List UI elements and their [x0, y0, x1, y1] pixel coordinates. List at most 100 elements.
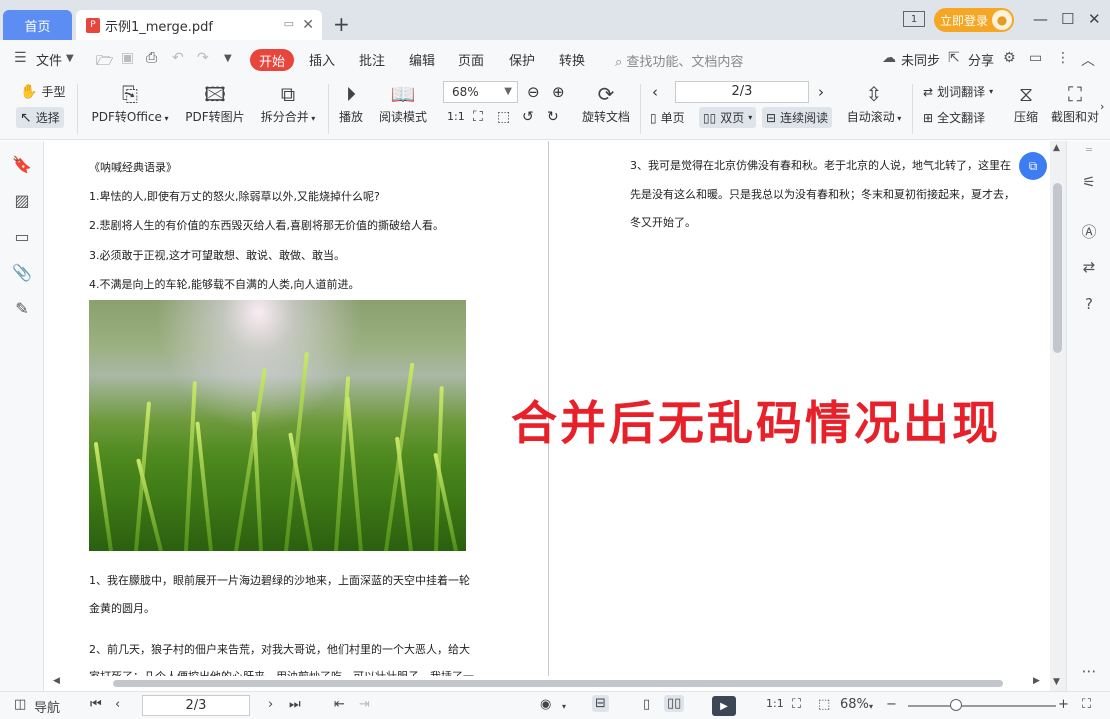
vertical-scrollbar[interactable]: ▲ ▼ [1050, 141, 1066, 691]
fit-page-icon[interactable]: ⛶ [792, 697, 801, 712]
play-button[interactable]: ⏵ 播放 [336, 82, 366, 125]
zoom-select[interactable]: 68% ▼ [443, 81, 518, 103]
chevron-down-icon[interactable]: ▾ [869, 702, 873, 711]
screenshot-compare-button[interactable]: ⛶ 截图和对 [1050, 82, 1100, 125]
zoom-in-icon[interactable]: ⊕ [552, 83, 565, 101]
menu-edit[interactable]: 编辑 [409, 50, 435, 69]
drag-handle-icon[interactable]: ═ [1079, 145, 1099, 165]
prev-page-icon[interactable]: ‹ [115, 697, 120, 712]
chevron-down-icon[interactable]: ▼ [66, 53, 74, 64]
first-page-icon[interactable]: ⏮ [90, 697, 102, 712]
more-icon[interactable]: ⋮ [1056, 50, 1070, 66]
sync-status[interactable]: 未同步 [901, 50, 940, 69]
menu-page[interactable]: 页面 [458, 50, 484, 69]
scroll-up-icon[interactable]: ▲ [1053, 143, 1060, 153]
rotate-document-button[interactable]: ⟳ 旋转文档 [580, 82, 632, 125]
read-mode-button[interactable]: 📖 阅读模式 [378, 82, 428, 125]
print-icon[interactable]: ⎙ [146, 50, 157, 66]
word-translate-button[interactable]: ⇄ 划词翻译 ▾ [923, 83, 993, 100]
fit-width-icon[interactable]: ⬚ [497, 109, 510, 125]
share-icon[interactable]: ⇱ [948, 50, 960, 66]
thumbnail-icon[interactable]: ▨ [12, 191, 32, 211]
page-number-input[interactable]: 2/3 [675, 81, 809, 103]
hand-tool-button[interactable]: ✋ 手型 [20, 83, 65, 100]
single-page-button[interactable]: ▯ 单页 [650, 109, 685, 126]
share-button[interactable]: 分享 [968, 50, 994, 69]
menu-annotate[interactable]: 批注 [359, 50, 385, 69]
auto-scroll-button[interactable]: ⇳ 自动滚动 ▾ [845, 82, 903, 125]
zoom-slider-knob[interactable] [950, 699, 962, 711]
zoom-in-icon[interactable]: + [1058, 697, 1069, 712]
minimize-icon[interactable]: — [1033, 10, 1048, 28]
next-page-icon[interactable]: › [818, 83, 824, 101]
back-icon[interactable]: ⇤ [334, 697, 345, 712]
hamburger-icon[interactable]: ☰ [14, 50, 27, 66]
login-button[interactable]: 立即登录 ● [934, 8, 1014, 32]
continuous-read-button[interactable]: ⊟ 连续阅读 [762, 107, 833, 128]
attachment-icon[interactable]: 📎 [12, 263, 32, 283]
comment-icon[interactable]: ▭ [12, 227, 32, 247]
redo-icon[interactable]: ↷ [197, 50, 209, 66]
comment-icon[interactable]: ▭ [1029, 50, 1042, 66]
scroll-right-icon[interactable]: ▶ [1033, 676, 1040, 686]
fullscreen-icon[interactable]: ⛶ [1082, 697, 1091, 712]
scroll-thumb[interactable] [113, 680, 1003, 687]
double-page-button[interactable]: ▯▯ 双页 ▾ [699, 107, 757, 128]
search-input[interactable]: ⌕ 查找功能、文档内容 [615, 51, 743, 70]
select-tool-button[interactable]: ↖ 选择 [16, 107, 64, 128]
rotate-right-icon[interactable]: ↻ [547, 109, 559, 125]
close-tab-icon[interactable]: ✕ [302, 17, 314, 33]
eye-protect-icon[interactable]: ◉ [540, 697, 551, 712]
signature-icon[interactable]: ✎ [12, 299, 32, 319]
actual-size-icon[interactable]: 1:1 [447, 110, 465, 123]
nav-panel-icon[interactable]: ◫ [14, 697, 26, 712]
menu-file[interactable]: 文件 [36, 50, 62, 69]
zoom-slider[interactable] [908, 705, 1056, 707]
settings-icon[interactable]: ⚙ [1003, 50, 1016, 66]
single-view-icon[interactable]: ▯ [643, 697, 650, 712]
save-icon[interactable]: ▣ [121, 50, 134, 66]
maximize-icon[interactable]: ☐ [1061, 10, 1074, 28]
rotate-left-icon[interactable]: ↺ [522, 109, 534, 125]
menu-insert[interactable]: 插入 [309, 50, 335, 69]
horizontal-scrollbar[interactable]: ◀ ▶ [53, 676, 1043, 688]
find-icon[interactable]: Ⓐ [1079, 221, 1099, 241]
tab-document[interactable]: P 示例1_merge.pdf ▭ ✕ [76, 10, 322, 40]
cloud-sync-icon[interactable]: ☁ [882, 50, 896, 66]
zoom-out-icon[interactable]: ⊖ [527, 83, 540, 101]
tab-home[interactable]: 首页 [3, 10, 72, 40]
full-translate-button[interactable]: ⊞ 全文翻译 [923, 109, 985, 126]
properties-icon[interactable]: ⚟ [1079, 173, 1099, 193]
nav-label[interactable]: 导航 [34, 697, 60, 716]
actual-size-icon[interactable]: 1:1 [766, 697, 784, 710]
menu-protect[interactable]: 保护 [509, 50, 535, 69]
floating-tool-button[interactable]: ⧉ [1019, 152, 1047, 180]
ribbon-scroll-right-icon[interactable]: › [1100, 100, 1104, 113]
fit-width-icon[interactable]: ⬚ [818, 697, 830, 712]
bookmark-icon[interactable]: 🔖 [12, 155, 32, 175]
forward-icon[interactable]: ⇥ [359, 697, 370, 712]
status-page-input[interactable]: 2/3 [142, 695, 250, 716]
compress-button[interactable]: ⧖ 压缩 [1012, 82, 1040, 125]
menu-start[interactable]: 开始 [250, 49, 294, 71]
undo-icon[interactable]: ↶ [172, 50, 184, 66]
window-count-badge[interactable]: 1 [903, 11, 925, 27]
menu-convert[interactable]: 转换 [559, 50, 585, 69]
chevron-down-icon[interactable]: ▾ [562, 702, 566, 711]
continuous-view-icon[interactable]: ⊟ [592, 695, 609, 712]
open-folder-icon[interactable]: 🗁 [96, 50, 113, 74]
scroll-thumb[interactable] [1053, 183, 1062, 353]
monitor-icon[interactable]: ▭ [284, 17, 294, 30]
play-slideshow-button[interactable]: ▶ [712, 696, 736, 716]
split-merge-button[interactable]: ⧉ 拆分合并 ▾ [259, 82, 317, 125]
scroll-down-icon[interactable]: ▼ [1053, 677, 1060, 687]
next-page-icon[interactable]: › [268, 697, 273, 712]
fit-page-icon[interactable]: ⛶ [473, 109, 483, 125]
scroll-left-icon[interactable]: ◀ [53, 676, 60, 686]
close-window-icon[interactable]: ✕ [1088, 10, 1101, 28]
document-view[interactable]: 《呐喊经典语录》 1.卑怯的人,即使有万丈的怒火,除弱草以外,又能烧掉什么呢? … [45, 141, 1050, 691]
translate-icon[interactable]: ⇄ [1079, 258, 1099, 278]
pdf-to-office-button[interactable]: ⎘ PDF转Office ▾ [91, 82, 169, 125]
new-tab-button[interactable]: + [333, 12, 350, 36]
collapse-ribbon-icon[interactable]: ︿ [1081, 50, 1095, 70]
